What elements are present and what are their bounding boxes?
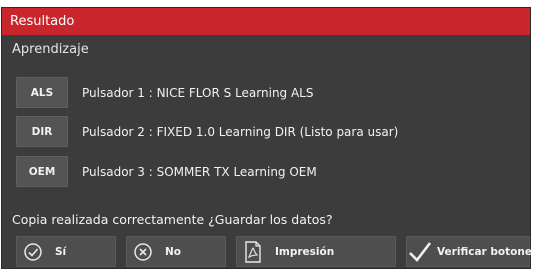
verify-buttons-button[interactable]: Verificar botones: [406, 236, 533, 267]
remote-description: Pulsador 1 : NICE FLOR S Learning ALS: [82, 85, 314, 100]
x-circle-icon: [129, 237, 157, 266]
result-dialog: Resultado Aprendizaje ALS Pulsador 1 : N…: [1, 7, 533, 269]
verify-label: Verificar botones: [437, 245, 533, 258]
remote-row-1: ALS Pulsador 1 : NICE FLOR S Learning AL…: [16, 76, 516, 109]
remote-tag-als[interactable]: ALS: [16, 77, 68, 108]
no-label: No: [165, 245, 182, 258]
yes-label: Sí: [55, 245, 67, 258]
remote-description: Pulsador 3 : SOMMER TX Learning OEM: [82, 164, 317, 179]
print-label: Impresión: [275, 245, 335, 258]
button-bar: Sí No Impresión Verificar botones: [2, 236, 533, 268]
remote-row-3: OEM Pulsador 3 : SOMMER TX Learning OEM: [16, 155, 516, 188]
print-button[interactable]: Impresión: [236, 236, 396, 267]
no-button[interactable]: No: [126, 236, 226, 267]
save-question: Copia realizada correctamente ¿Guardar l…: [12, 212, 333, 227]
dialog-title: Resultado: [2, 8, 530, 35]
check-circle-icon: [19, 237, 47, 266]
remote-tag-dir[interactable]: DIR: [16, 116, 68, 147]
checkmark-icon: [407, 237, 433, 266]
pdf-document-icon: [239, 237, 267, 266]
remote-row-2: DIR Pulsador 2 : FIXED 1.0 Learning DIR …: [16, 115, 516, 148]
remote-description: Pulsador 2 : FIXED 1.0 Learning DIR (Lis…: [82, 124, 399, 139]
yes-button[interactable]: Sí: [16, 236, 116, 267]
remote-tag-oem[interactable]: OEM: [16, 156, 68, 187]
section-label: Aprendizaje: [12, 42, 89, 57]
